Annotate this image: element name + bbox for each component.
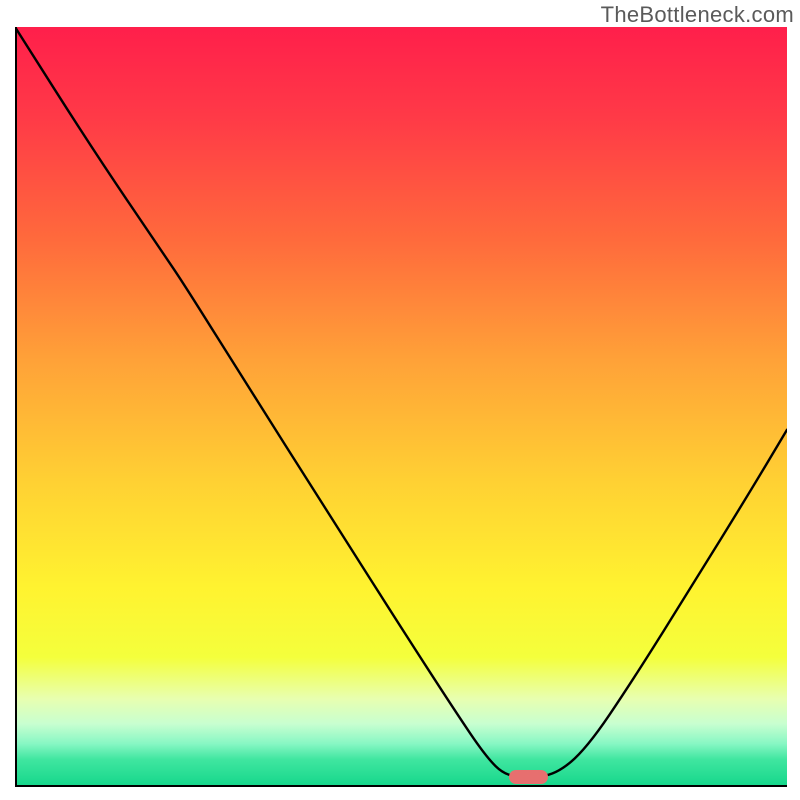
gradient-background — [16, 27, 787, 786]
chart-stage: TheBottleneck.com — [0, 0, 800, 800]
bottleneck-plot — [15, 27, 787, 787]
plot-area — [15, 27, 787, 787]
optimum-marker — [509, 770, 548, 784]
watermark-text: TheBottleneck.com — [601, 2, 794, 28]
